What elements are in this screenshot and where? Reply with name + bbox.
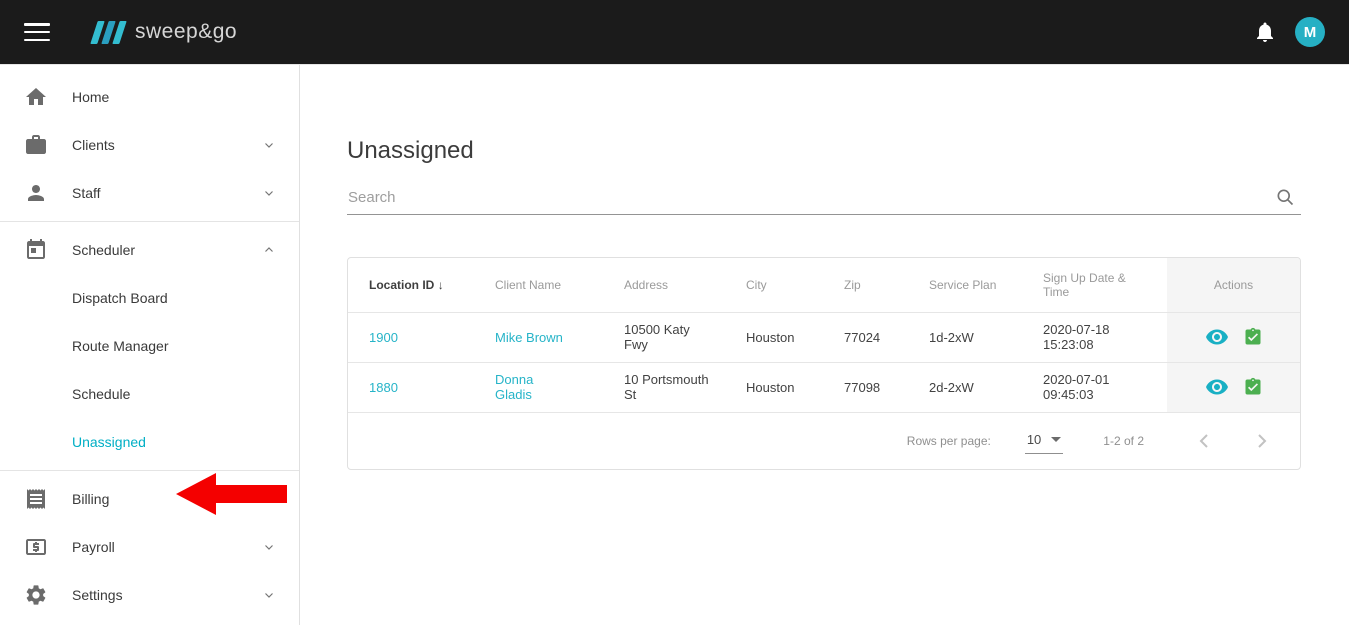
notifications-bell-icon[interactable] — [1253, 20, 1277, 44]
app-logo[interactable]: sweep&go — [94, 20, 237, 44]
sidebar-sublabel: Schedule — [72, 386, 130, 402]
chevron-up-icon — [263, 244, 275, 256]
sidebar-item-payroll[interactable]: Payroll — [0, 523, 299, 571]
table-pagination: Rows per page: 10 1-2 of 2 — [348, 413, 1300, 469]
sidebar-item-scheduler[interactable]: Scheduler — [0, 226, 299, 274]
table-row: 1900 Mike Brown 10500 Katy Fwy Houston 7… — [348, 312, 1300, 362]
person-icon — [24, 181, 48, 205]
sidebar-label: Payroll — [72, 539, 115, 555]
city-cell: Houston — [730, 312, 828, 362]
sidebar-item-route-manager[interactable]: Route Manager — [0, 322, 299, 370]
sidebar-label: Scheduler — [72, 242, 135, 258]
search-icon[interactable] — [1275, 187, 1295, 207]
column-header-city[interactable]: City — [730, 258, 828, 312]
sidebar-item-schedule[interactable]: Schedule — [0, 370, 299, 418]
column-header-signup[interactable]: Sign Up Date & Time — [1027, 258, 1167, 312]
sidebar-sublabel: Unassigned — [72, 434, 146, 450]
sidebar-sublabel: Route Manager — [72, 338, 169, 354]
sidebar-label: Home — [72, 89, 109, 105]
dropdown-caret-icon — [1051, 437, 1061, 442]
client-name-link[interactable]: Mike Brown — [495, 330, 563, 345]
dollar-box-icon — [24, 535, 48, 559]
assign-check-icon[interactable] — [1243, 377, 1263, 397]
column-header-client-name[interactable]: Client Name — [479, 258, 608, 312]
search-field — [347, 183, 1301, 215]
next-page-icon[interactable] — [1250, 429, 1274, 453]
sidebar-label: Staff — [72, 185, 101, 201]
assign-check-icon[interactable] — [1243, 327, 1263, 347]
sidebar-item-unassigned[interactable]: Unassigned — [0, 418, 299, 466]
sidebar-sublabel: Dispatch Board — [72, 290, 168, 306]
city-cell: Houston — [730, 362, 828, 412]
zip-cell: 77024 — [828, 312, 913, 362]
sort-desc-arrow-icon: ↓ — [438, 278, 444, 292]
zip-cell: 77098 — [828, 362, 913, 412]
signup-cell: 2020-07-01 09:45:03 — [1027, 362, 1167, 412]
sidebar-item-settings[interactable]: Settings — [0, 571, 299, 619]
user-avatar[interactable]: M — [1295, 17, 1325, 47]
column-header-address[interactable]: Address — [608, 258, 730, 312]
rows-per-page-label: Rows per page: — [907, 434, 991, 448]
chevron-down-icon — [263, 541, 275, 553]
sidebar-item-staff[interactable]: Staff — [0, 169, 299, 217]
column-header-location-id[interactable]: Location ID ↓ — [348, 258, 479, 312]
logo-bars-icon — [94, 21, 127, 44]
rows-per-page-select[interactable]: 10 — [1025, 428, 1063, 454]
service-plan-cell: 1d-2xW — [913, 312, 1027, 362]
briefcase-icon — [24, 133, 48, 157]
gear-icon — [24, 583, 48, 607]
avatar-initial: M — [1304, 24, 1317, 41]
sidebar-item-billing[interactable]: Billing — [0, 475, 299, 523]
signup-cell: 2020-07-18 15:23:08 — [1027, 312, 1167, 362]
receipt-icon — [24, 487, 48, 511]
chevron-down-icon — [263, 493, 275, 505]
location-id-link[interactable]: 1880 — [369, 380, 398, 395]
sidebar: Home Clients Staff Scheduler Dispatch Bo… — [0, 65, 300, 625]
unassigned-table: Location ID ↓ Client Name Address City Z… — [348, 258, 1300, 413]
table-row: 1880 Donna Gladis 10 Portsmouth St Houst… — [348, 362, 1300, 412]
sidebar-label: Billing — [72, 491, 109, 507]
view-eye-icon[interactable] — [1205, 375, 1229, 399]
top-app-bar: sweep&go M — [0, 0, 1349, 64]
address-cell: 10500 Katy Fwy — [608, 312, 730, 362]
main-content: Unassigned Location ID ↓ — [300, 65, 1349, 625]
address-cell: 10 Portsmouth St — [608, 362, 730, 412]
sidebar-item-dispatch-board[interactable]: Dispatch Board — [0, 274, 299, 322]
chevron-down-icon — [263, 139, 275, 151]
sidebar-item-clients[interactable]: Clients — [0, 121, 299, 169]
sidebar-item-home[interactable]: Home — [0, 73, 299, 121]
chevron-down-icon — [263, 187, 275, 199]
sidebar-label: Settings — [72, 587, 123, 603]
chevron-down-icon — [263, 589, 275, 601]
calendar-icon — [24, 238, 48, 262]
divider — [0, 221, 299, 222]
previous-page-icon[interactable] — [1192, 429, 1216, 453]
view-eye-icon[interactable] — [1205, 325, 1229, 349]
pagination-range: 1-2 of 2 — [1103, 434, 1144, 448]
column-header-service-plan[interactable]: Service Plan — [913, 258, 1027, 312]
unassigned-table-card: Location ID ↓ Client Name Address City Z… — [347, 257, 1301, 470]
location-id-link[interactable]: 1900 — [369, 330, 398, 345]
home-icon — [24, 85, 48, 109]
client-name-link[interactable]: Donna Gladis — [495, 372, 569, 402]
search-input[interactable] — [347, 183, 1301, 215]
column-header-zip[interactable]: Zip — [828, 258, 913, 312]
service-plan-cell: 2d-2xW — [913, 362, 1027, 412]
logo-text: sweep&go — [135, 20, 237, 44]
divider — [0, 470, 299, 471]
column-header-actions: Actions — [1167, 258, 1300, 312]
page-title: Unassigned — [347, 137, 1301, 165]
table-header-row: Location ID ↓ Client Name Address City Z… — [348, 258, 1300, 312]
sidebar-label: Clients — [72, 137, 115, 153]
hamburger-menu-icon[interactable] — [24, 23, 50, 41]
